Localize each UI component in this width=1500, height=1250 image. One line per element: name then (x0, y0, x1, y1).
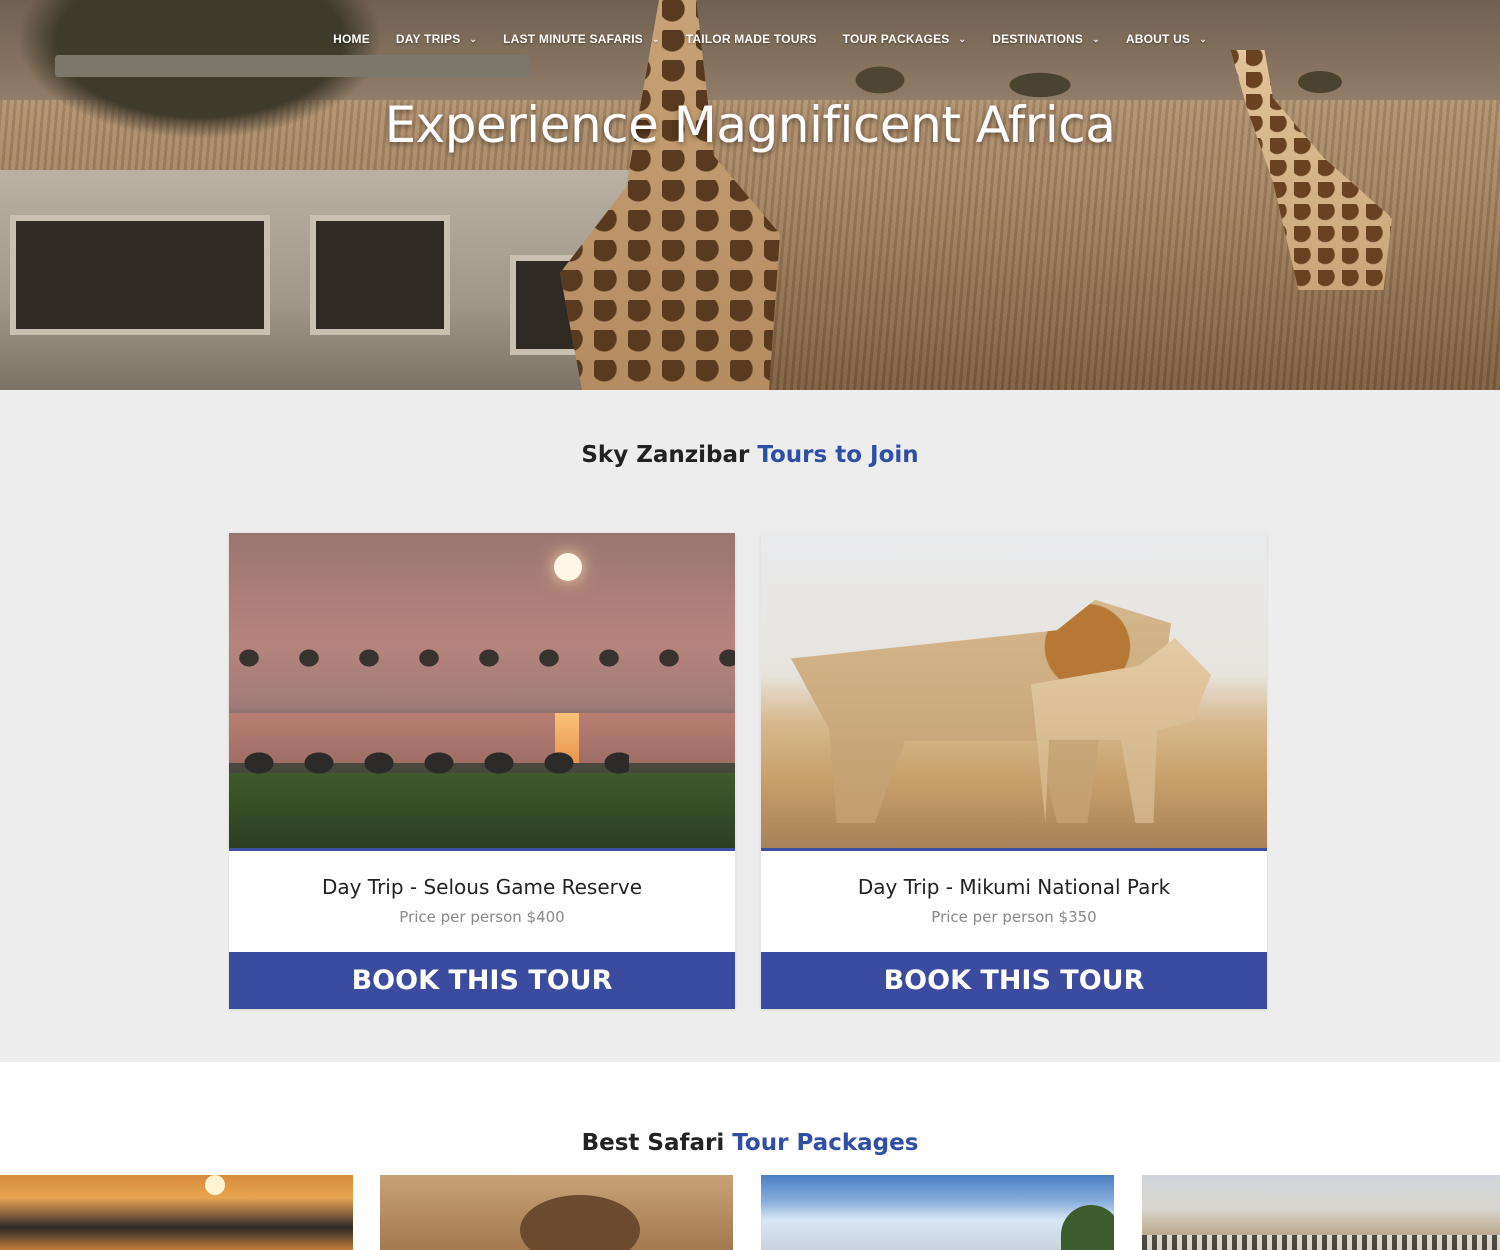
main-nav: HOME DAY TRIPS ⌄ LAST MINUTE SAFARIS ⌄ TAI… (0, 0, 1500, 78)
nav-item-tour-packages[interactable]: TOUR PACKAGES ⌄ (843, 32, 967, 46)
tour-card-title[interactable]: Day Trip - Selous Game Reserve (229, 875, 735, 899)
tours-section: Sky Zanzibar Tours to Join Day Trip - Se… (0, 390, 1500, 1062)
nav-label: TOUR PACKAGES (842, 32, 950, 46)
nav-item-home[interactable]: HOME (333, 32, 370, 46)
nav-label: ABOUT US (1125, 32, 1191, 46)
package-card-image[interactable] (761, 1175, 1114, 1250)
tour-card: Day Trip - Selous Game Reserve Price per… (229, 533, 735, 1009)
elephants-graphic (229, 743, 629, 783)
package-card-image[interactable] (0, 1175, 353, 1250)
chevron-down-icon: ⌄ (1092, 33, 1100, 44)
chevron-down-icon: ⌄ (1199, 33, 1207, 44)
package-card-image[interactable] (380, 1175, 733, 1250)
book-tour-button[interactable]: BOOK THIS TOUR (761, 952, 1267, 1009)
packages-section: Best Safari Tour Packages (0, 1062, 1500, 1250)
nav-item-about-us[interactable]: ABOUT US ⌄ (1126, 32, 1207, 46)
palm-trees-graphic (229, 628, 735, 698)
nav-item-destinations[interactable]: DESTINATIONS ⌄ (992, 32, 1100, 46)
hero-title: Experience Magnificent Africa (384, 96, 1116, 154)
vehicle-window (310, 215, 450, 335)
section-title-accent: Tour Packages (732, 1130, 919, 1156)
tour-card-title[interactable]: Day Trip - Mikumi National Park (761, 875, 1267, 899)
section-title: Sky Zanzibar Tours to Join (0, 442, 1500, 468)
ground-graphic (229, 773, 735, 848)
nav-label: HOME (333, 32, 370, 46)
hero-banner: HOME DAY TRIPS ⌄ LAST MINUTE SAFARIS ⌄ TAI… (0, 0, 1500, 390)
chevron-down-icon: ⌄ (958, 33, 967, 44)
tour-card: Day Trip - Mikumi National Park Price pe… (761, 533, 1267, 1009)
tree-graphic (1061, 1205, 1114, 1250)
tour-card-price: Price per person $350 (931, 908, 1097, 926)
nav-label: LAST MINUTE SAFARIS (503, 32, 643, 46)
package-card-image[interactable] (1142, 1175, 1500, 1250)
tour-card-image[interactable] (229, 533, 735, 851)
nav-label: DESTINATIONS (992, 32, 1084, 46)
vehicle-window (10, 215, 270, 335)
sun-graphic (205, 1175, 225, 1195)
chevron-down-icon: ⌄ (651, 33, 660, 44)
nav-item-day-trips[interactable]: DAY TRIPS ⌄ (396, 32, 477, 46)
section-title-plain: Best Safari (581, 1130, 725, 1156)
tour-card-price: Price per person $400 (399, 908, 565, 926)
sun-graphic (554, 553, 582, 581)
nav-label: TAILOR MADE TOURS (685, 32, 817, 46)
section-title: Best Safari Tour Packages (0, 1130, 1500, 1156)
nav-item-last-minute-safaris[interactable]: LAST MINUTE SAFARIS ⌄ (503, 32, 660, 46)
animal-face-graphic (520, 1195, 640, 1250)
zebras-graphic (1142, 1235, 1500, 1250)
chevron-down-icon: ⌄ (469, 33, 478, 44)
nav-item-tailor-made-tours[interactable]: TAILOR MADE TOURS (686, 32, 817, 46)
nav-label: DAY TRIPS (395, 32, 461, 46)
book-tour-button[interactable]: BOOK THIS TOUR (229, 952, 735, 1009)
tour-card-image[interactable] (761, 533, 1267, 851)
section-title-accent: Tours to Join (757, 442, 919, 468)
section-title-plain: Sky Zanzibar (581, 442, 750, 468)
